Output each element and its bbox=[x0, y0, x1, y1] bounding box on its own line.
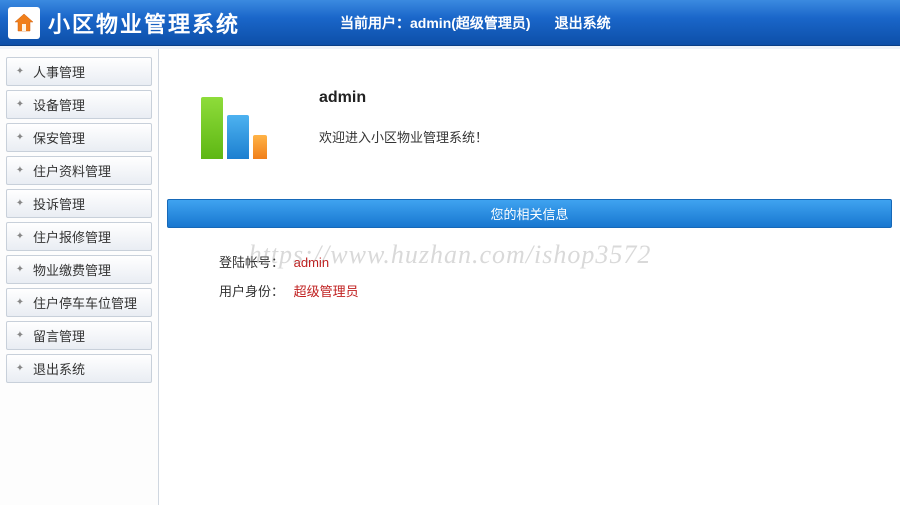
info-row-role: 用户身份： 超级管理员 bbox=[219, 281, 892, 300]
info-value: 超级管理员 bbox=[294, 284, 359, 299]
chart-bar bbox=[253, 135, 267, 159]
sidebar-item-personnel[interactable]: ✦ 人事管理 bbox=[6, 57, 152, 86]
sidebar-item-equipment[interactable]: ✦ 设备管理 bbox=[6, 90, 152, 119]
expand-icon: ✦ bbox=[15, 297, 25, 308]
chart-bar bbox=[201, 97, 223, 159]
sidebar: ✦ 人事管理 ✦ 设备管理 ✦ 保安管理 ✦ 住户资料管理 ✦ 投诉管理 ✦ 住… bbox=[0, 49, 158, 505]
app-title: 小区物业管理系统 bbox=[48, 7, 240, 39]
content-area: admin 欢迎进入小区物业管理系统！ 您的相关信息 登陆帐号： admin 用… bbox=[158, 49, 900, 505]
sidebar-item-security[interactable]: ✦ 保安管理 bbox=[6, 123, 152, 152]
sidebar-item-complaints[interactable]: ✦ 投诉管理 bbox=[6, 189, 152, 218]
sidebar-item-label: 退出系统 bbox=[33, 359, 85, 378]
expand-icon: ✦ bbox=[15, 165, 25, 176]
sidebar-item-label: 保安管理 bbox=[33, 128, 85, 147]
sidebar-item-repairs[interactable]: ✦ 住户报修管理 bbox=[6, 222, 152, 251]
sidebar-item-logout[interactable]: ✦ 退出系统 bbox=[6, 354, 152, 383]
sidebar-item-label: 人事管理 bbox=[33, 62, 85, 81]
logo-box: 小区物业管理系统 bbox=[0, 7, 240, 39]
current-user-text: 当前用户：admin(超级管理员) bbox=[340, 13, 531, 33]
expand-icon: ✦ bbox=[15, 231, 25, 242]
sidebar-item-label: 住户报修管理 bbox=[33, 227, 111, 246]
sidebar-item-fees[interactable]: ✦ 物业缴费管理 bbox=[6, 255, 152, 284]
info-rows: 登陆帐号： admin 用户身份： 超级管理员 bbox=[219, 252, 892, 300]
sidebar-item-parking[interactable]: ✦ 住户停车车位管理 bbox=[6, 288, 152, 317]
welcome-text: admin 欢迎进入小区物业管理系统！ bbox=[319, 89, 488, 146]
bar-chart-icon bbox=[199, 89, 279, 159]
sidebar-item-residents[interactable]: ✦ 住户资料管理 bbox=[6, 156, 152, 185]
expand-icon: ✦ bbox=[15, 264, 25, 275]
info-label: 用户身份： bbox=[219, 284, 284, 299]
expand-icon: ✦ bbox=[15, 330, 25, 341]
logout-link[interactable]: 退出系统 bbox=[555, 13, 611, 33]
info-row-account: 登陆帐号： admin bbox=[219, 252, 892, 271]
info-panel-header: 您的相关信息 bbox=[167, 199, 892, 228]
welcome-username: admin bbox=[319, 89, 488, 107]
expand-icon: ✦ bbox=[15, 66, 25, 77]
main-container: ✦ 人事管理 ✦ 设备管理 ✦ 保安管理 ✦ 住户资料管理 ✦ 投诉管理 ✦ 住… bbox=[0, 46, 900, 505]
sidebar-item-label: 住户资料管理 bbox=[33, 161, 111, 180]
sidebar-item-label: 设备管理 bbox=[33, 95, 85, 114]
info-value: admin bbox=[294, 255, 329, 270]
sidebar-item-label: 物业缴费管理 bbox=[33, 260, 111, 279]
sidebar-item-label: 住户停车车位管理 bbox=[33, 293, 137, 312]
sidebar-item-label: 留言管理 bbox=[33, 326, 85, 345]
sidebar-item-messages[interactable]: ✦ 留言管理 bbox=[6, 321, 152, 350]
expand-icon: ✦ bbox=[15, 363, 25, 374]
expand-icon: ✦ bbox=[15, 99, 25, 110]
sidebar-item-label: 投诉管理 bbox=[33, 194, 85, 213]
expand-icon: ✦ bbox=[15, 198, 25, 209]
expand-icon: ✦ bbox=[15, 132, 25, 143]
current-user-info: 当前用户：admin(超级管理员) 退出系统 bbox=[340, 13, 611, 33]
welcome-block: admin 欢迎进入小区物业管理系统！ bbox=[159, 49, 900, 179]
info-label: 登陆帐号： bbox=[219, 255, 284, 270]
house-icon bbox=[8, 7, 40, 39]
welcome-message: 欢迎进入小区物业管理系统！ bbox=[319, 127, 488, 146]
chart-bar bbox=[227, 115, 249, 159]
top-header: 小区物业管理系统 当前用户：admin(超级管理员) 退出系统 bbox=[0, 0, 900, 46]
